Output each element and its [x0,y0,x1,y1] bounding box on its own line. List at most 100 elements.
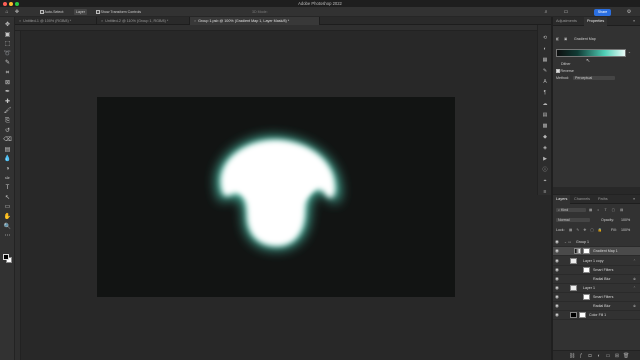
new-group-icon[interactable]: ▭ [605,353,611,359]
tab-paths[interactable]: Paths [595,195,611,204]
fx-icon[interactable]: ƒ [578,353,584,359]
layer-row[interactable]: ◉ Color Fill 1 [553,311,640,320]
pen-tool-icon[interactable]: ✑ [3,175,12,183]
layer-row[interactable]: ◉ Smart Filters [553,293,640,302]
visibility-eye-icon[interactable]: ◉ [555,303,560,309]
horizontal-ruler[interactable] [15,25,551,31]
layer-filter-dropdown[interactable]: ⌕ Kind [556,208,586,212]
home-icon[interactable]: ⌂ [4,9,10,15]
filter-mask-thumbnail[interactable] [583,294,590,300]
filter-options-icon[interactable]: ≑ [633,276,636,282]
layer-row[interactable]: ◉ ⌄ ▭ Group 1 [553,238,640,247]
document-canvas[interactable] [97,97,455,297]
layer-row[interactable]: ◉ Smart Filters [553,266,640,275]
eraser-tool-icon[interactable]: ⌫ [3,136,12,144]
gradient-dropdown-arrow-icon[interactable]: ⌄ [628,50,631,54]
color-icon[interactable]: ◐ [541,46,549,52]
info-icon[interactable]: ⓘ [541,167,549,173]
visibility-eye-icon[interactable]: ◉ [555,276,560,282]
paragraph-icon[interactable]: ¶ [541,90,549,96]
gradients-icon[interactable]: ▤ [541,112,549,118]
workspace-icon[interactable]: ▭ [563,9,569,15]
swatches-icon[interactable]: ▦ [541,57,549,63]
lasso-tool-icon[interactable]: ➰ [3,50,12,58]
history-brush-tool-icon[interactable]: ↺ [3,127,12,135]
tab-channels[interactable]: Channels [571,195,593,204]
layer-row[interactable]: ◉ Gradient Map 1 [553,247,640,256]
styles-icon[interactable]: ◈ [541,145,549,151]
frame-tool-icon[interactable]: ⊠ [3,79,12,87]
close-tab-icon[interactable]: × [194,19,196,23]
eyedropper-tool-icon[interactable]: ✒ [3,88,12,96]
vertical-ruler[interactable] [15,31,21,360]
transform-controls-checkbox[interactable]: Show Transform Controls [96,9,141,15]
layer-row[interactable]: ◉ Radial Blur ≑ [553,302,640,311]
share-button[interactable]: Share [594,8,611,16]
adjustment-layer-icon[interactable]: ◐ [596,353,602,359]
layer-mask-icon[interactable]: ▣ [564,37,567,41]
type-tool-icon[interactable]: T [3,184,12,192]
tab-untitled-2[interactable]: × Untitled-2 @ 110% (Group 1, RGB/8) * [97,17,190,25]
gradient-preview-bar[interactable] [556,49,626,57]
panel-menu-icon[interactable]: ≡ [633,197,635,201]
visibility-eye-icon[interactable]: ◉ [555,258,560,264]
visibility-eye-icon[interactable]: ◉ [555,294,560,300]
zoom-tool-icon[interactable]: 🔍 [3,223,12,231]
crop-tool-icon[interactable]: ⌗ [3,69,12,77]
healing-tool-icon[interactable]: ✚ [3,98,12,106]
shapes-icon[interactable]: ◆ [541,134,549,140]
visibility-eye-icon[interactable]: ◉ [555,239,560,245]
blur-tool-icon[interactable]: 💧 [3,155,12,163]
layer-mask-thumbnail[interactable] [579,312,586,318]
tab-untitled-1[interactable]: × Untitled-1 @ 100% (RGB/8) * [15,17,97,25]
collapse-chevron-icon[interactable]: ⌃ [633,285,636,291]
collapse-chevron-icon[interactable]: ⌃ [633,258,636,264]
libraries-icon[interactable]: ☁ [541,101,549,107]
properties-icon[interactable]: ≡ [541,189,549,195]
fill-input[interactable]: 100% [621,228,630,232]
layer-mask-thumbnail[interactable] [583,248,590,254]
dodge-tool-icon[interactable]: ◑ [3,165,12,173]
layer-filter-icons[interactable]: ▦ ◐ T ▢ ▤ [589,208,625,212]
gradient-tool-icon[interactable]: ▤ [3,146,12,154]
tab-adjustments[interactable]: Adjustments [553,17,580,26]
add-mask-icon[interactable]: ◘ [587,353,593,359]
patterns-icon[interactable]: ▩ [541,123,549,129]
lock-icons[interactable]: ▦ ✎ ✥ ▢ 🔒 [569,228,604,232]
link-layers-icon[interactable]: ⛓ [569,353,575,359]
close-tab-icon[interactable]: × [19,19,21,23]
visibility-eye-icon[interactable]: ◉ [555,285,560,291]
panel-menu-icon[interactable]: ≡ [633,19,635,23]
shape-tool-icon[interactable]: ▭ [3,203,12,211]
foreground-color-swatch[interactable] [3,254,9,260]
tab-layers[interactable]: Layers [553,195,571,204]
tab-group-1-psb[interactable]: × Group 1.psb @ 100% (Gradient Map 1, Lay… [190,17,320,25]
clone-stamp-tool-icon[interactable]: ⎘ [3,117,12,125]
search-icon[interactable]: ⌕ [543,9,549,15]
history-icon[interactable]: ⟲ [541,35,549,41]
artboard-tool-icon[interactable]: ▣ [3,31,12,39]
filter-options-icon[interactable]: ≑ [633,303,636,309]
auto-select-checkbox[interactable]: Auto-Select: [40,9,64,15]
tab-properties[interactable]: Properties [584,17,608,26]
brush-settings-icon[interactable]: ✎ [541,68,549,74]
more-tools-icon[interactable]: ⋯ [3,232,12,240]
expand-chevron-icon[interactable]: ⌄ [564,239,567,245]
layer-row[interactable]: ◉ Layer 1 copy ⌃ [553,257,640,266]
opacity-input[interactable]: 100% [621,218,630,222]
visibility-eye-icon[interactable]: ◉ [555,267,560,273]
new-layer-icon[interactable]: ⊞ [614,353,620,359]
layer-row[interactable]: ◉ Radial Blur ≑ [553,275,640,284]
layer-row[interactable]: ◉ Layer 1 ⌃ [553,284,640,293]
brush-tool-icon[interactable]: 🖌 [3,107,12,115]
filter-mask-thumbnail[interactable] [583,267,590,273]
path-select-tool-icon[interactable]: ↖ [3,194,12,202]
move-tool-icon[interactable]: ✥ [3,21,12,29]
quick-select-tool-icon[interactable]: ✎ [3,59,12,67]
navigator-icon[interactable]: ⌖ [541,178,549,184]
close-tab-icon[interactable]: × [101,19,103,23]
marquee-tool-icon[interactable]: ⬚ [3,40,12,48]
move-tool-icon[interactable]: ✥ [14,9,20,15]
method-dropdown[interactable]: Perceptual [573,76,615,80]
visibility-eye-icon[interactable]: ◉ [555,248,560,254]
